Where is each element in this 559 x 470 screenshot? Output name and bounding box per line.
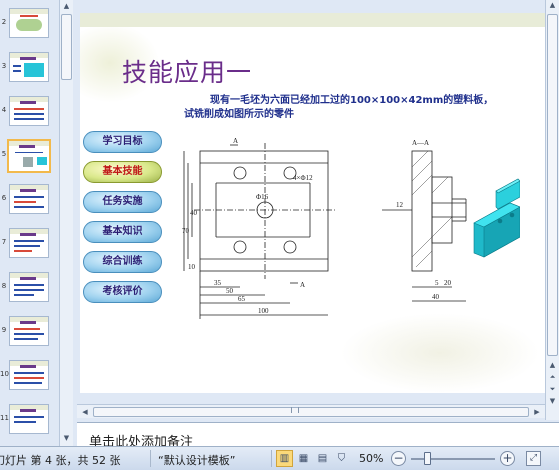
label-section-aa: A—A	[412, 139, 429, 147]
next-slide-icon[interactable]: ⏷	[547, 384, 558, 395]
dim-12: 12	[396, 201, 404, 209]
scroll-up-icon[interactable]: ▲	[547, 0, 558, 11]
slide-counter: 幻灯片 第 4 张，共 52 张	[0, 454, 121, 467]
dim-40: 40	[432, 293, 440, 301]
slide-title[interactable]: 技能应用一	[122, 53, 252, 89]
scroll-thumb[interactable]	[547, 14, 558, 356]
thumbnail-number: 10	[0, 370, 9, 378]
horizontal-scrollbar[interactable]: ◀ ▶	[77, 404, 545, 418]
slide-thumbnail[interactable]	[9, 184, 49, 214]
reading-view-icon[interactable]: ▤	[314, 450, 331, 467]
notes-placeholder[interactable]: 单击此处添加备注	[89, 431, 193, 446]
slide-thumbnail[interactable]	[9, 52, 49, 82]
status-separator	[150, 450, 151, 467]
thumbnail-panel: 2 3 4 5 6 7 8 9 10 11 ▲ ▼	[0, 0, 77, 446]
thumbnail-number: 7	[1, 238, 7, 246]
label-section-a: A	[300, 281, 305, 289]
scroll-down-icon[interactable]: ▼	[61, 432, 72, 444]
dim-35: 35	[214, 279, 222, 287]
scroll-left-icon[interactable]: ◀	[79, 406, 91, 418]
zoom-in-icon[interactable]: +	[500, 451, 515, 466]
dim-5: 5	[435, 279, 439, 287]
dim-50: 50	[226, 287, 234, 295]
dim-20: 20	[444, 279, 452, 287]
slide-thumbnail[interactable]	[9, 96, 49, 126]
scroll-grip-icon	[291, 407, 299, 413]
dim-70: 70	[182, 227, 190, 235]
nav-button-learning-goals[interactable]: 学习目标	[83, 131, 162, 153]
previous-slide-icon[interactable]: ⏶	[547, 372, 558, 383]
thumbnail-number: 11	[0, 414, 9, 422]
label-holes: 4×Φ12	[293, 174, 313, 182]
slide-thumbnail[interactable]	[9, 404, 49, 434]
dim-40: 40	[190, 209, 198, 217]
slide-sorter-icon[interactable]: ▦	[295, 450, 312, 467]
slide-body-line[interactable]: 现有一毛坯为六面已经加工过的100×100×42mm的塑料板，	[210, 91, 493, 106]
slideshow-icon[interactable]: ⛉	[333, 450, 350, 467]
dim-65: 65	[238, 295, 246, 303]
thumbnail-number: 2	[1, 18, 7, 26]
slide-thumbnail[interactable]	[9, 360, 49, 390]
slide-scrollbar[interactable]: ▲ ▲ ⏶ ⏷ ▼	[545, 0, 559, 420]
slide-canvas[interactable]: 技能应用一 现有一毛坯为六面已经加工过的100×100×42mm的塑料板， 试铣…	[80, 13, 545, 393]
slide-thumbnail-selected[interactable]	[7, 139, 51, 173]
scroll-up-icon[interactable]: ▲	[61, 0, 72, 12]
fit-window-icon[interactable]: ⤢	[526, 451, 541, 466]
decorative-band	[80, 13, 545, 27]
dim-100: 100	[258, 307, 269, 315]
thumbnail-number: 3	[1, 62, 7, 70]
zoom-level[interactable]: 50%	[359, 452, 383, 465]
slide-thumbnail[interactable]	[9, 8, 49, 38]
slide-thumbnail[interactable]	[9, 228, 49, 258]
slide-thumbnail[interactable]	[9, 272, 49, 302]
thumbnail-number: 9	[1, 326, 7, 334]
thumbnail-number: 6	[1, 194, 7, 202]
label-section-a: A	[233, 137, 238, 145]
nav-button-basic-knowledge[interactable]: 基本知识	[83, 221, 162, 243]
thumbnail-number: 5	[1, 150, 7, 158]
slide-editing-area: 技能应用一 现有一毛坯为六面已经加工过的100×100×42mm的塑料板， 试铣…	[77, 0, 545, 420]
scroll-down-icon[interactable]: ▼	[547, 396, 558, 407]
dim-10: 10	[188, 263, 196, 271]
thumbnail-number: 8	[1, 282, 7, 290]
zoom-out-icon[interactable]: −	[391, 451, 406, 466]
scroll-up-icon[interactable]: ▲	[547, 360, 558, 371]
slide-body-line[interactable]: 试铣削成如图所示的零件	[184, 105, 294, 120]
status-separator	[271, 450, 272, 467]
nav-button-comprehensive-training[interactable]: 综合训练	[83, 251, 162, 273]
nav-button-basic-skills[interactable]: 基本技能	[83, 161, 162, 183]
scroll-thumb[interactable]	[61, 14, 72, 80]
normal-view-icon[interactable]: ▥	[276, 450, 293, 467]
theme-name[interactable]: “默认设计模板”	[158, 452, 235, 468]
status-bar: 幻灯片 第 4 张，共 52 张 “默认设计模板” ▥ ▦ ▤ ⛉ 50% − …	[0, 446, 559, 470]
nav-button-assessment[interactable]: 考核评价	[83, 281, 162, 303]
zoom-slider-thumb[interactable]	[424, 452, 431, 465]
nav-button-task-implementation[interactable]: 任务实施	[83, 191, 162, 213]
slide-thumbnail[interactable]	[9, 316, 49, 346]
label-center-hole: Φ16	[256, 193, 269, 201]
scroll-right-icon[interactable]: ▶	[531, 406, 543, 418]
scroll-thumb[interactable]	[93, 407, 529, 417]
thumbnail-number: 4	[1, 106, 7, 114]
thumbnail-scrollbar[interactable]: ▲ ▼	[59, 0, 73, 446]
notes-pane[interactable]: 单击此处添加备注	[77, 422, 559, 446]
engineering-drawing[interactable]: A A A—A 4×Φ12 Φ16 80 70 40 10 35 50 65 1…	[180, 137, 520, 327]
